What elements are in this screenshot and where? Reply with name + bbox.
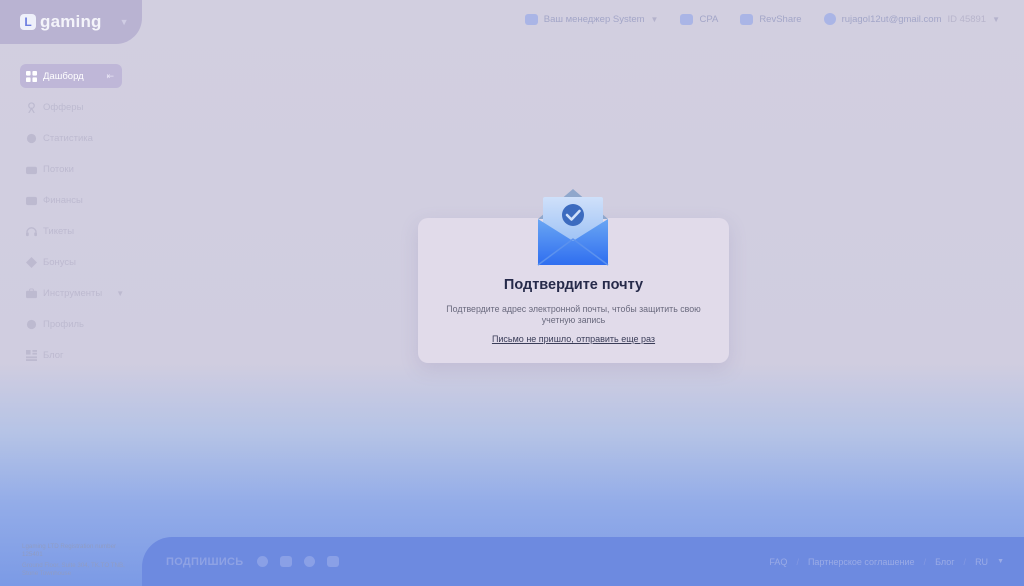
partner-agreement-link[interactable]: Партнерское соглашение [808,557,915,567]
chevron-down-icon: ▼ [992,14,1000,24]
avatar-icon [823,13,836,25]
chevron-down-icon[interactable]: ▼ [120,17,129,27]
profile-icon [26,319,37,330]
revshare-link[interactable]: RevShare [740,13,802,25]
sidebar-item-label: Дашборд [43,70,84,82]
offers-icon [26,101,37,113]
chevron-down-icon: ▼ [116,288,125,298]
sidebar-item-finance[interactable]: Финансы [20,188,122,212]
cpa-label: CPA [699,13,719,25]
sidebar-item-statistics[interactable]: Статистика [20,126,122,150]
top-header: Ваш менеджер System ▼ CPA RevShare rujag… [524,10,1000,28]
chevron-down-icon: ▼ [997,558,1004,565]
sidebar-nav: Дашборд ⇤ Офферы Статистика Потоки Финан… [20,64,125,374]
blog-icon [26,349,37,361]
language-selector[interactable]: RU [975,557,988,567]
tools-icon [26,287,37,299]
instagram-icon[interactable] [280,556,293,567]
logo-text: gaming [40,12,102,31]
dashboard-icon [26,70,37,82]
sidebar-item-label: Профиль [43,318,85,330]
sidebar-item-flows[interactable]: Потоки [20,157,122,181]
sidebar-item-label: Тикеты [43,225,75,237]
separator: / [796,556,799,567]
faq-link[interactable]: FAQ [769,557,787,567]
blog-link[interactable]: Блог [935,557,954,567]
sidebar-item-label: Блог [43,349,64,361]
footer: ПОДПИШИСЬ FAQ / Партнерское соглашение /… [142,537,1024,586]
sidebar-item-tools[interactable]: Инструменты ▼ [20,281,125,305]
user-id: ID 45891 [947,13,987,25]
cpa-link[interactable]: CPA [680,13,719,25]
sidebar-item-label: Статистика [43,132,93,144]
flows-icon [26,164,37,175]
separator: / [923,556,927,567]
subscribe-label: ПОДПИШИСЬ [166,555,244,568]
finance-icon [26,195,37,206]
legal-line: Lgaming LTD Registration number 125401 [22,543,117,558]
manager-menu[interactable]: Ваш менеджер System ▼ [524,13,659,25]
chat-icon [524,13,538,25]
cpa-icon [680,13,694,25]
sidebar-item-label: Инструменты [43,287,103,299]
chevron-down-icon: ▼ [650,14,659,24]
sidebar-item-label: Бонусы [43,256,76,268]
sidebar-item-label: Офферы [43,101,84,113]
user-email: rujagol12ut@gmail.com [841,13,942,25]
revshare-icon [740,13,754,25]
separator: / [963,556,967,567]
manager-label: Ваш менеджер System [543,13,645,25]
modal-title: Подтвердите почту [503,277,644,293]
legal-line: Ground Floor, Suite 304, TK.TO TNB, Ston… [22,562,125,577]
logo-icon: L [20,14,36,30]
sidebar-item-blog[interactable]: Блог [20,343,122,367]
sidebar-item-dashboard[interactable]: Дашборд ⇤ [20,64,122,88]
sidebar-item-offers[interactable]: Офферы [20,95,122,119]
revshare-label: RevShare [759,13,802,25]
skype-icon[interactable] [257,556,269,567]
telegram-icon[interactable] [304,556,316,567]
sidebar-item-label: Финансы [43,194,83,206]
footer-links: FAQ / Партнерское соглашение / Блог / RU… [769,557,1004,567]
sidebar-item-bonus[interactable]: Бонусы [20,250,122,274]
legal-info: Lgaming LTD Registration number 125401 G… [22,543,132,581]
pin-icon[interactable]: ⇤ [106,71,114,82]
sidebar-item-tickets[interactable]: Тикеты [20,219,122,243]
resend-email-link[interactable]: Письмо не пришло, отправить еще раз [418,334,729,344]
sidebar-item-label: Потоки [43,163,74,175]
statistics-icon [26,133,37,144]
sidebar-item-profile[interactable]: Профиль [20,312,122,336]
logo-bar[interactable]: L gaming ▼ [0,0,142,44]
envelope-check-icon [537,189,609,266]
modal-text: Подтвердите адрес электронной почты, что… [446,304,701,325]
tickets-icon [26,226,37,237]
discord-icon[interactable] [327,556,340,567]
bonus-icon [26,256,37,268]
user-menu[interactable]: rujagol12ut@gmail.com ID 45891 ▼ [823,13,1000,25]
